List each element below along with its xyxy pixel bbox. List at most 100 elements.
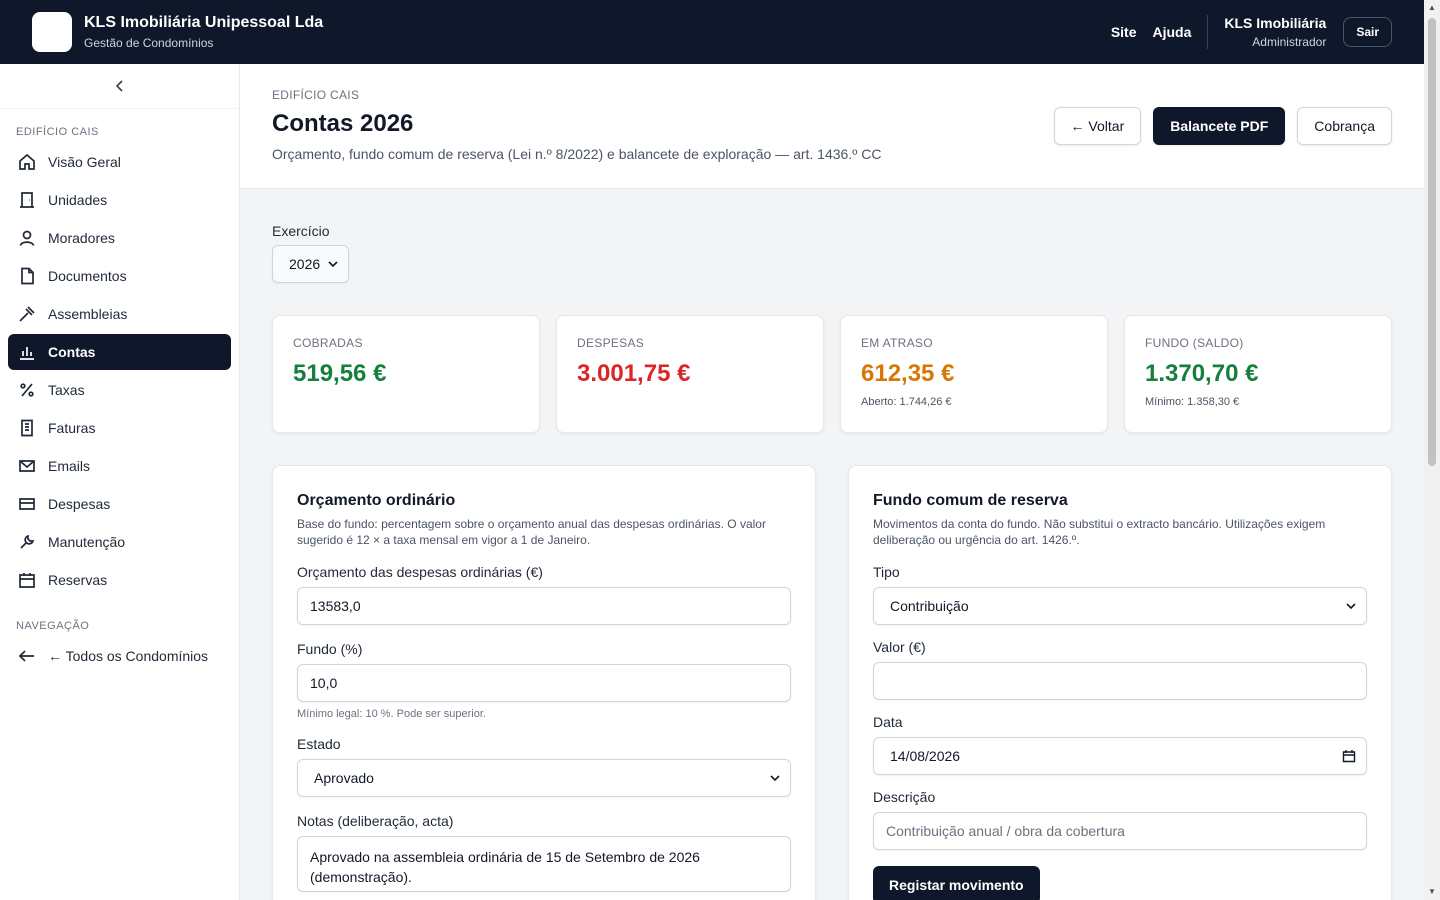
main-content: EDIFÍCIO CAIS Contas 2026 Orçamento, fun… [240,64,1424,900]
date-input[interactable]: 14/08/2026 [873,737,1367,775]
description-input[interactable]: Contribuição anual / obra da cobertura [873,812,1367,850]
exercise-label: Exercício [272,223,330,239]
back-button[interactable]: ← Voltar [1053,107,1142,145]
stat-value: 612,35 € [861,360,955,387]
sidebar-item-despesas[interactable]: Despesas [8,486,231,522]
value-label: Valor (€) [873,639,926,655]
brand: KLS Imobiliária Unipessoal Lda Gestão de… [84,13,323,51]
reserve-description: Movimentos da conta do fundo. Não substi… [873,517,1326,547]
stat-value: 3.001,75 € [577,360,691,387]
budget-amount-input[interactable]: 13583,0 [297,587,791,625]
reserve-fund-card: Fundo comum de reserva Movimentos da con… [848,465,1392,900]
chevron-down-icon [1346,603,1356,610]
sidebar-item-manutencao[interactable]: Manutenção [8,524,231,560]
type-select[interactable]: Contribuição [873,587,1367,625]
budget-amount-label: Orçamento das despesas ordinárias (€) [297,564,543,580]
stat-card-despesas: DESPESAS 3.001,75 € [556,315,824,433]
bar-chart-icon [18,343,36,361]
sidebar-item-label: Unidades [48,192,108,208]
sidebar-item-documentos[interactable]: Documentos [8,258,231,294]
sidebar-item-label: Visão Geral [48,154,121,170]
top-bar: KLS Imobiliária Unipessoal Lda Gestão de… [0,0,1424,64]
fund-percent-help: Mínimo legal: 10 %. Pode ser superior. [297,708,486,720]
sidebar-item-all-condos[interactable]: ← Todos os Condomínios [8,638,231,674]
stat-footnote: Aberto: 1.744,26 € [861,396,952,408]
sidebar-item-label: Despesas [48,496,111,512]
type-label: Tipo [873,564,900,580]
sidebar-item-label: Taxas [48,382,85,398]
chevron-down-icon [328,261,338,268]
fund-percent-input[interactable]: 10,0 [297,664,791,702]
sidebar-item-label: Assembleias [48,306,128,322]
home-icon [18,153,36,171]
register-movement-button[interactable]: Registar movimento [873,866,1040,900]
calendar-icon[interactable] [1342,749,1356,763]
sidebar-item-taxas[interactable]: Taxas [8,372,231,408]
brand-logo[interactable] [32,12,72,52]
sidebar-item-faturas[interactable]: Faturas [8,410,231,446]
file-icon [18,267,36,285]
scroll-down-arrow-icon[interactable]: ▼ [1424,884,1440,900]
value-input[interactable] [873,662,1367,700]
credit-card-icon [18,495,36,513]
fund-percent-label: Fundo (%) [297,641,363,657]
exercise-select[interactable]: 2026 [272,245,349,283]
balancete-pdf-button[interactable]: Balancete PDF [1153,107,1286,145]
sidebar-item-assembleias[interactable]: Assembleias [8,296,231,332]
site-link[interactable]: Site [1111,24,1137,40]
sidebar-section-nav: NAVEGAÇÃO [16,620,90,632]
date-value: 14/08/2026 [890,748,961,764]
cobranca-button[interactable]: Cobrança [1297,107,1392,145]
stat-card-fundo: FUNDO (SALDO) 1.370,70 € Mínimo: 1.358,3… [1124,315,1392,433]
user-icon [18,229,36,247]
divider [1207,15,1209,49]
percent-icon [18,381,36,399]
stat-footnote: Mínimo: 1.358,30 € [1145,396,1240,408]
chevron-down-icon [770,775,780,782]
logout-button[interactable]: Sair [1343,17,1392,47]
user-role: Administrador [1252,35,1327,49]
chevron-left-icon [115,80,123,92]
breadcrumb: EDIFÍCIO CAIS [272,88,360,102]
budget-title: Orçamento ordinário [297,492,456,509]
sidebar-collapse-button[interactable] [0,64,239,109]
sidebar-item-unidades[interactable]: Unidades [8,182,231,218]
page-header: EDIFÍCIO CAIS Contas 2026 Orçamento, fun… [240,64,1424,189]
scroll-thumb[interactable] [1428,18,1436,466]
stat-label: FUNDO (SALDO) [1145,336,1244,350]
stat-value: 1.370,70 € [1145,360,1259,387]
sidebar-item-emails[interactable]: Emails [8,448,231,484]
stat-label: DESPESAS [577,336,645,350]
state-select[interactable]: Aprovado [297,759,791,797]
budget-description: Base do fundo: percentagem sobre o orçam… [297,517,766,547]
scroll-up-arrow-icon[interactable]: ▲ [1424,0,1440,16]
sidebar-item-label: Reservas [48,572,108,588]
mail-icon [18,457,36,475]
stat-card-em-atraso: EM ATRASO 612,35 € Aberto: 1.744,26 € [840,315,1108,433]
user-info: KLS Imobiliária Administrador [1224,14,1326,50]
date-label: Data [873,714,903,730]
page-subtitle: Orçamento, fundo comum de reserva (Lei n… [272,146,882,162]
type-value: Contribuição [890,598,969,614]
state-label: Estado [297,736,341,752]
page-scrollbar[interactable]: ▲ ▼ [1424,0,1440,900]
sidebar-item-reservas[interactable]: Reservas [8,562,231,598]
notes-textarea[interactable]: Aprovado na assembleia ordinária de 15 d… [297,836,791,892]
sidebar-item-label: Faturas [48,420,96,436]
budget-card: Orçamento ordinário Base do fundo: perce… [272,465,816,900]
stat-label: EM ATRASO [861,336,933,350]
brand-subtitle: Gestão de Condomínios [84,36,214,50]
gavel-icon [18,305,36,323]
sidebar-item-visao-geral[interactable]: Visão Geral [8,144,231,180]
help-link[interactable]: Ajuda [1153,24,1192,40]
sidebar-item-moradores[interactable]: Moradores [8,220,231,256]
state-value: Aprovado [314,770,374,786]
sidebar-item-contas[interactable]: Contas [8,334,231,370]
header-actions: ← Voltar Balancete PDF Cobrança [1053,107,1392,145]
exercise-value: 2026 [289,256,321,272]
sidebar: EDIFÍCIO CAIS Visão Geral Unidades Morad… [0,64,240,900]
sidebar-item-label: ← Todos os Condomínios [48,648,209,664]
sidebar-item-label: Documentos [48,268,127,284]
arrow-left-icon [18,647,36,665]
sidebar-item-label: Emails [48,458,91,474]
